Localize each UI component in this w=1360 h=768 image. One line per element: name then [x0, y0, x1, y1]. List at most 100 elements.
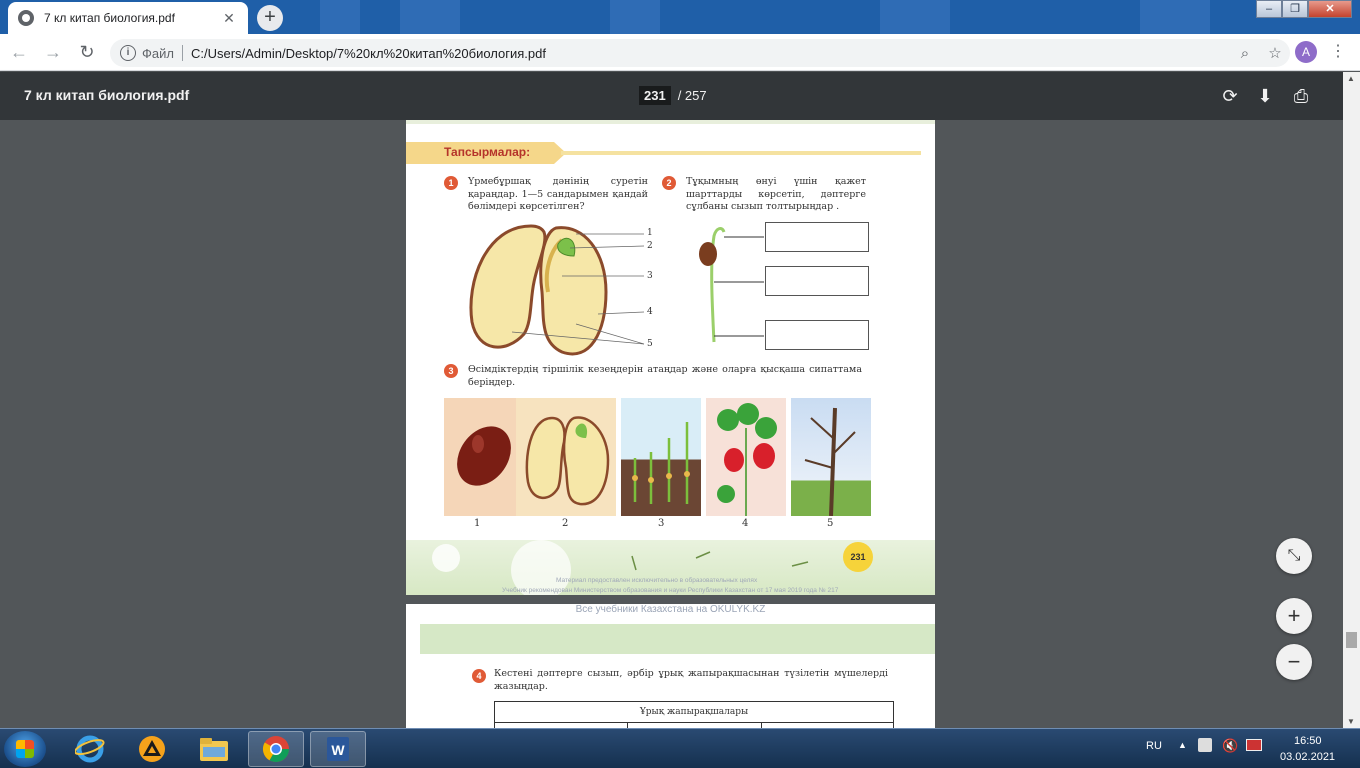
address-bar[interactable]: i Файл C:/Users/Admin/Desktop/7%20кл%20к… — [110, 39, 1290, 67]
seed-stalk — [631, 555, 637, 571]
leaf — [717, 409, 739, 431]
question-number: 1 — [444, 176, 458, 190]
reload-icon[interactable]: ↻ — [72, 37, 102, 67]
question-number: 4 — [472, 669, 486, 683]
seedling-seed — [666, 473, 672, 479]
tree-branch — [832, 431, 856, 455]
scroll-down-arrow-icon[interactable]: ▼ — [1347, 717, 1355, 726]
language-indicator[interactable]: RU — [1146, 740, 1162, 752]
leaf — [755, 417, 777, 439]
show-hidden-icons-icon[interactable]: ▲ — [1178, 740, 1187, 750]
new-tab-button[interactable]: + — [257, 5, 283, 31]
pdf-toolbar: 7 кл китап биология.pdf 231 / 257 ⟳ ⬇ ⎙ — [0, 72, 1343, 120]
pdf-file-name: 7 кл китап биология.pdf — [24, 87, 190, 103]
question-text: Үрмебұршақ дәнінің суретін қараңдар. 1—5… — [468, 176, 648, 212]
info-icon[interactable]: i — [120, 45, 136, 61]
watermark-text: Материал предоставлен исключительно в об… — [556, 577, 758, 584]
browser-toolbar: ← → ↻ i Файл C:/Users/Admin/Desktop/7%20… — [0, 34, 1360, 71]
folder-icon — [200, 738, 228, 761]
action-center-icon[interactable] — [1198, 738, 1212, 752]
scheme-label: Файл — [142, 45, 174, 61]
windows-logo-icon — [16, 740, 34, 758]
left-half — [525, 416, 566, 499]
rotate-icon[interactable]: ⟳ — [1218, 84, 1242, 108]
volume-muted-icon[interactable]: 🔇 — [1222, 738, 1238, 754]
zoom-icon[interactable]: ⌕ — [1230, 45, 1260, 62]
pdf-viewer[interactable]: Тапсырмалар: 1 Үрмебұршақ дәнінің суреті… — [0, 120, 1343, 728]
minimize-button[interactable]: – — [1256, 0, 1282, 18]
chrome-icon — [262, 736, 290, 763]
question-text: Тұқымның өнуі үшін қажет шарттарды көрсе… — [686, 176, 866, 212]
window-close-button[interactable]: ✕ — [1308, 0, 1352, 18]
globe-icon — [18, 10, 34, 26]
page-indicator: 231 / 257 — [639, 86, 707, 105]
tab-close-button[interactable]: ✕ — [220, 10, 238, 27]
tab-strip: 7 кл китап биология.pdf ✕ + – ❐ ✕ — [0, 0, 1360, 34]
bookmark-star-icon[interactable]: ☆ — [1260, 44, 1290, 62]
seedling-seed — [648, 477, 654, 483]
zoom-out-button[interactable]: − — [1276, 644, 1312, 680]
url-text[interactable]: C:/Users/Admin/Desktop/7%20кл%20китап%20… — [191, 46, 1230, 61]
table-header: Ұрық жапырақшалары — [495, 702, 893, 723]
photo-label: 2 — [562, 518, 569, 529]
taskbar-aimp[interactable] — [124, 731, 180, 767]
aimp-icon — [139, 736, 165, 762]
seed-stalk — [791, 561, 809, 567]
sprout-diagram — [699, 227, 764, 343]
pdf-page-232: Все учебники Казахстана на OKULYK.KZ 4 К… — [406, 604, 935, 728]
menu-kebab-icon[interactable]: ⋮ — [1330, 41, 1346, 61]
diagram-label: 1 — [647, 228, 653, 238]
taskbar-explorer[interactable] — [186, 731, 242, 767]
current-page-input[interactable]: 231 — [639, 86, 671, 105]
diagram-label: 2 — [647, 241, 653, 251]
word-icon: W — [327, 737, 349, 761]
seed-coat — [699, 242, 717, 266]
scrollbar-thumb[interactable] — [1346, 632, 1357, 648]
background-decoration — [320, 0, 360, 34]
taskbar-internet-explorer[interactable] — [62, 731, 118, 767]
photo-seed — [444, 398, 524, 516]
divider — [181, 45, 183, 61]
start-button[interactable] — [4, 731, 46, 767]
zoom-in-button[interactable]: + — [1276, 598, 1312, 634]
photo-label: 1 — [474, 518, 481, 529]
background-decoration — [1140, 0, 1210, 34]
answer-box — [765, 320, 869, 350]
photo-label: 4 — [742, 518, 749, 529]
network-icon[interactable] — [1246, 739, 1262, 751]
answer-box — [765, 222, 869, 252]
question-number: 3 — [444, 364, 458, 378]
bean-seed-diagram — [469, 224, 645, 356]
clock-date[interactable]: 03.02.2021 — [1280, 751, 1335, 763]
tree-branch — [804, 459, 834, 469]
photo-seedlings — [621, 398, 701, 516]
strawberry — [724, 448, 744, 472]
forward-arrow-icon[interactable]: → — [38, 37, 68, 67]
scroll-up-arrow-icon[interactable]: ▲ — [1347, 74, 1355, 83]
window-controls: – ❐ ✕ — [1256, 0, 1352, 20]
cotyledon-table: Ұрық жапырақшалары — [494, 701, 894, 728]
left-cotyledon — [469, 224, 547, 349]
back-arrow-icon[interactable]: ← — [4, 37, 34, 67]
browser-tab[interactable]: 7 кл китап биология.pdf ✕ — [8, 2, 248, 34]
taskbar-word[interactable]: W — [310, 731, 366, 767]
seed-highlight — [472, 435, 484, 453]
restore-button[interactable]: ❐ — [1282, 0, 1308, 18]
background-decoration — [880, 0, 950, 34]
vertical-scrollbar[interactable]: ▲ ▼ — [1343, 72, 1360, 728]
question-number: 2 — [662, 176, 676, 190]
clock-time[interactable]: 16:50 — [1294, 735, 1322, 747]
tree-trunk — [829, 407, 837, 516]
taskbar-chrome[interactable] — [248, 731, 304, 767]
dandelion-head — [432, 544, 460, 572]
print-icon[interactable]: ⎙ — [1289, 84, 1313, 108]
answer-box — [765, 266, 869, 296]
fit-page-icon[interactable]: ⤡ — [1276, 538, 1312, 574]
photo-dry-tree — [791, 398, 871, 516]
question-text: Кестені дәптерге сызып, әрбір ұрық жапыр… — [494, 668, 888, 692]
download-icon[interactable]: ⬇ — [1253, 84, 1277, 108]
profile-avatar[interactable]: A — [1295, 41, 1317, 63]
diagram-label: 3 — [647, 271, 653, 281]
windows-taskbar: W RU ▲ 🔇 16:50 03.02.2021 — [0, 728, 1360, 768]
question-text: Өсімдіктердің тіршілік кезеңдерін атаңда… — [468, 364, 862, 388]
